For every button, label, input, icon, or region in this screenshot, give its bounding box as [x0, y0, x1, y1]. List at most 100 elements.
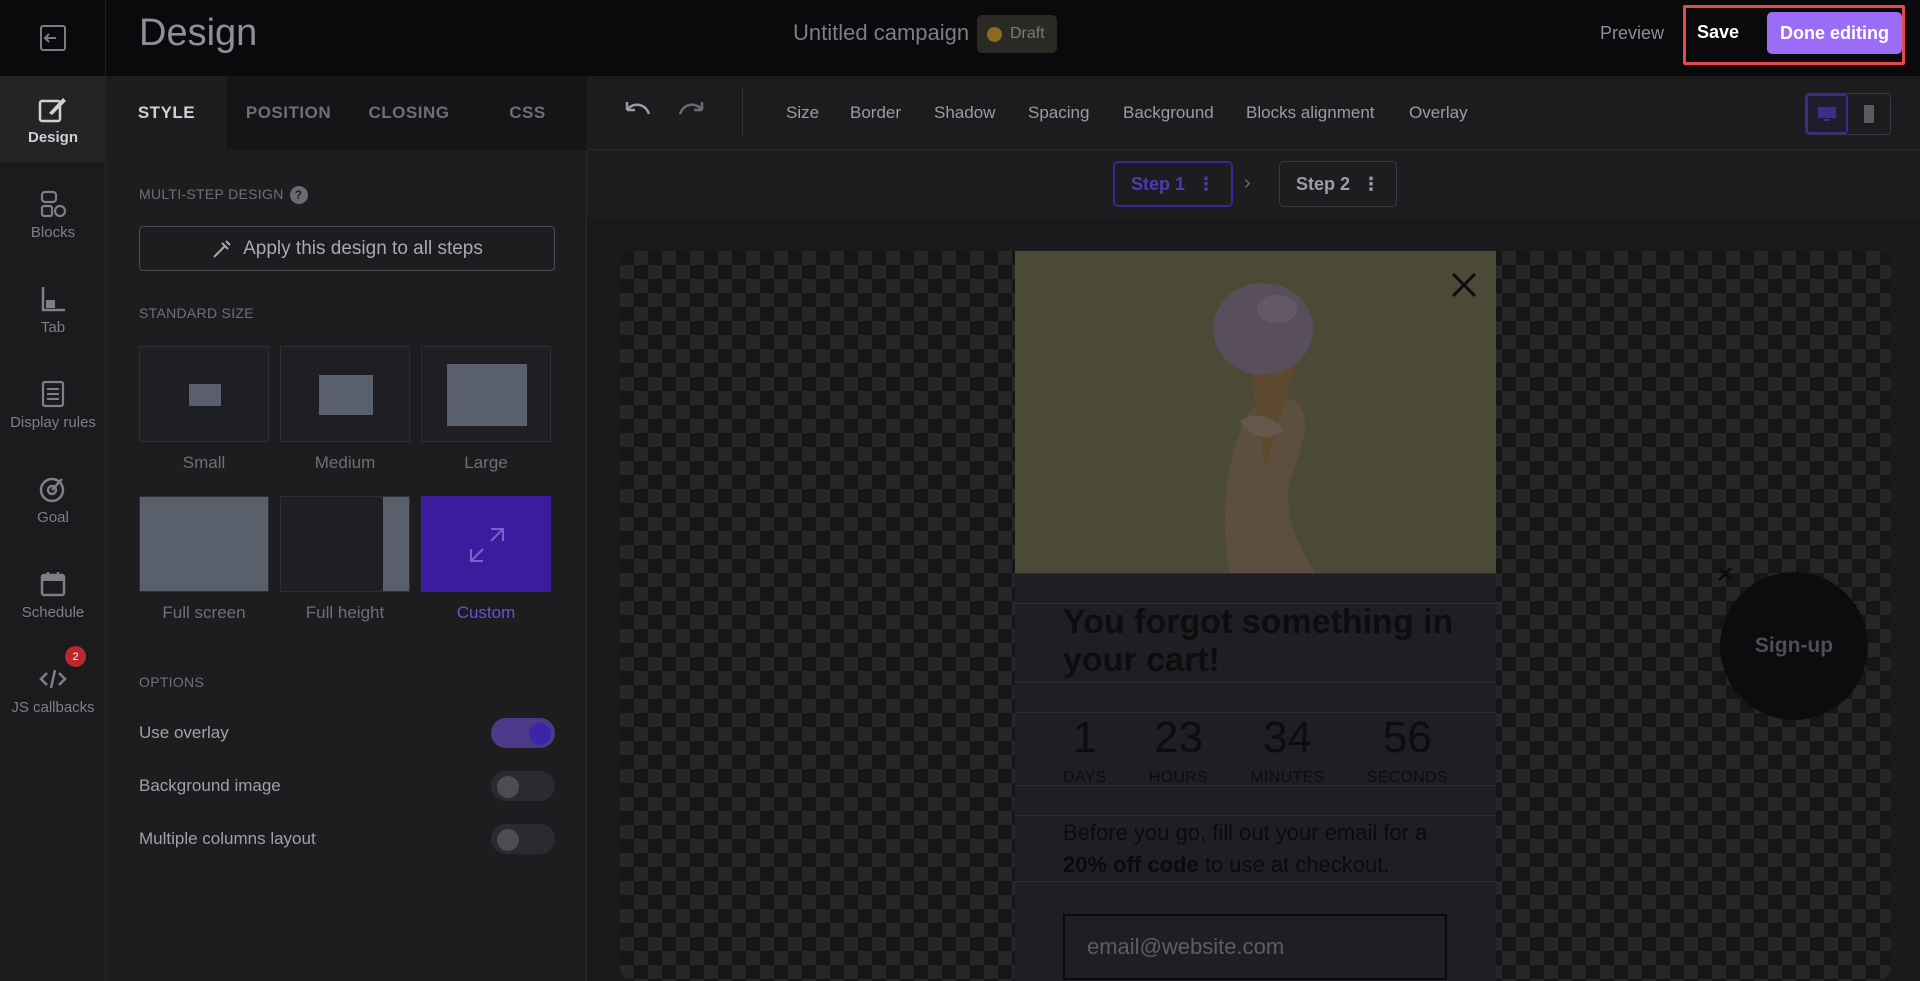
- mobile-view-button[interactable]: [1848, 94, 1890, 134]
- undo-icon[interactable]: [619, 96, 653, 130]
- done-editing-button[interactable]: Done editing: [1767, 12, 1902, 54]
- size-tile-full-height[interactable]: [280, 496, 410, 592]
- style-panel: STYLE POSITION CLOSING CSS MULTI-STEP DE…: [106, 76, 587, 981]
- option-label: Use overlay: [139, 723, 229, 742]
- rail-item-blocks[interactable]: Blocks: [0, 171, 106, 257]
- size-tile-large[interactable]: [421, 346, 551, 442]
- popup-body-text[interactable]: Before you go, fill out your email for a…: [1063, 817, 1463, 881]
- editor-toolbar: Size Border Shadow Spacing Background Bl…: [587, 76, 1920, 150]
- options-title: OPTIONS: [139, 674, 205, 690]
- toolbar-shadow[interactable]: Shadow: [934, 103, 995, 123]
- toolbar-spacing[interactable]: Spacing: [1028, 103, 1089, 123]
- rail-item-design[interactable]: Design: [0, 76, 106, 162]
- size-tile-small[interactable]: [139, 346, 269, 442]
- size-label-full-height: Full height: [305, 603, 385, 622]
- toolbar-border[interactable]: Border: [850, 103, 901, 123]
- exit-button[interactable]: [0, 0, 106, 76]
- step-label: Step 2: [1296, 173, 1351, 194]
- toolbar-size[interactable]: Size: [786, 103, 819, 123]
- block-divider: [1015, 573, 1496, 574]
- use-overlay-toggle[interactable]: [491, 718, 555, 748]
- toolbar-overlay[interactable]: Overlay: [1409, 103, 1468, 123]
- mobile-icon: [1864, 105, 1875, 123]
- device-switcher: [1805, 93, 1891, 135]
- top-bar: Design Untitled campaign Draft Preview S…: [0, 0, 1920, 76]
- tab-style[interactable]: STYLE: [106, 76, 227, 150]
- step-2-tab[interactable]: Step 2 ⋮: [1279, 161, 1398, 207]
- rail-item-js-callbacks[interactable]: JS callbacks 2: [0, 646, 106, 732]
- rail-item-schedule[interactable]: Schedule: [0, 551, 106, 637]
- calendar-icon: [40, 571, 66, 596]
- apply-design-all-steps-button[interactable]: Apply this design to all steps: [139, 226, 555, 271]
- rail-item-tab[interactable]: Tab: [0, 266, 106, 352]
- toggle-knob: [529, 723, 551, 745]
- campaign-name[interactable]: Untitled campaign: [793, 20, 969, 46]
- left-rail: Design Blocks Tab Display rules Goal Sch…: [0, 76, 106, 981]
- block-divider: [1015, 682, 1496, 683]
- redo-icon[interactable]: [676, 96, 710, 130]
- save-button[interactable]: Save: [1697, 22, 1739, 43]
- countdown-timer[interactable]: 1 DAYS 23 HOURS 34 MINUTES 56 SECONDS: [1063, 713, 1448, 787]
- countdown-minutes: 34 MINUTES: [1250, 713, 1324, 787]
- option-label: Background image: [139, 776, 281, 795]
- rail-item-goal[interactable]: Goal: [0, 456, 106, 542]
- popup-image[interactable]: [1015, 251, 1496, 573]
- background-image-toggle[interactable]: [491, 771, 555, 801]
- popup-preview: You forgot something in your cart! 1 DAY…: [1015, 251, 1496, 981]
- close-icon[interactable]: [1448, 269, 1480, 301]
- list-icon: [41, 380, 65, 407]
- rail-label: JS callbacks: [11, 698, 95, 716]
- multistep-title-text: MULTI-STEP DESIGN: [139, 186, 284, 202]
- size-preview: [140, 497, 268, 591]
- countdown-value: 34: [1262, 713, 1312, 762]
- tab-closing[interactable]: CLOSING: [350, 76, 468, 150]
- size-label-small: Small: [182, 453, 226, 472]
- status-dot-icon: [987, 26, 1002, 42]
- option-background-image: Background image: [139, 771, 555, 801]
- size-tile-full-screen[interactable]: [139, 496, 269, 592]
- signup-close-icon[interactable]: [1717, 566, 1733, 582]
- countdown-value: 1: [1072, 713, 1098, 762]
- toolbar-blocks-alignment[interactable]: Blocks alignment: [1246, 103, 1375, 123]
- size-label-large: Large: [464, 453, 508, 472]
- toolbar-divider: [742, 88, 743, 138]
- size-label-custom: Custom: [456, 603, 516, 622]
- rail-item-display-rules[interactable]: Display rules: [0, 361, 106, 447]
- option-use-overlay: Use overlay: [139, 718, 555, 748]
- help-icon[interactable]: ?: [289, 186, 308, 205]
- tab-position[interactable]: POSITION: [227, 76, 350, 150]
- popup-headline[interactable]: You forgot something in your cart!: [1063, 603, 1463, 679]
- countdown-value: 56: [1382, 713, 1432, 762]
- signup-tab-button[interactable]: Sign-up: [1720, 572, 1868, 720]
- size-preview: [447, 364, 527, 426]
- size-tile-medium[interactable]: [280, 346, 410, 442]
- standard-size-title: STANDARD SIZE: [139, 305, 254, 321]
- preview-button[interactable]: Preview: [1600, 23, 1664, 44]
- brush-icon: [38, 97, 66, 122]
- tab-css[interactable]: CSS: [468, 76, 587, 150]
- panel-tabs: STYLE POSITION CLOSING CSS: [106, 76, 587, 150]
- countdown-seconds: 56 SECONDS: [1367, 713, 1448, 787]
- multiple-columns-toggle[interactable]: [491, 824, 555, 854]
- countdown-days: 1 DAYS: [1063, 713, 1107, 787]
- email-input[interactable]: [1063, 914, 1447, 980]
- countdown-value: 23: [1154, 713, 1203, 762]
- countdown-hours: 23 HOURS: [1149, 713, 1208, 787]
- status-badge: Draft: [977, 15, 1057, 53]
- toolbar-background[interactable]: Background: [1123, 103, 1214, 123]
- step-menu-icon[interactable]: ⋮: [1362, 174, 1380, 195]
- size-label-medium: Medium: [314, 453, 376, 472]
- magic-wand-icon: [213, 239, 231, 258]
- step-menu-icon[interactable]: ⋮: [1197, 174, 1215, 195]
- desktop-icon: [1818, 107, 1837, 121]
- status-label: Draft: [1010, 25, 1045, 42]
- size-label-full-screen: Full screen: [162, 603, 246, 622]
- size-tile-custom[interactable]: [421, 496, 551, 592]
- step-1-tab[interactable]: Step 1 ⋮: [1113, 161, 1234, 207]
- rail-label: Display rules: [10, 413, 96, 431]
- option-label: Multiple columns layout: [139, 829, 316, 848]
- discount-code-text: 20% off code: [1063, 852, 1199, 877]
- toggle-knob: [497, 776, 519, 798]
- exit-icon: [39, 25, 66, 51]
- desktop-view-button[interactable]: [1806, 94, 1849, 134]
